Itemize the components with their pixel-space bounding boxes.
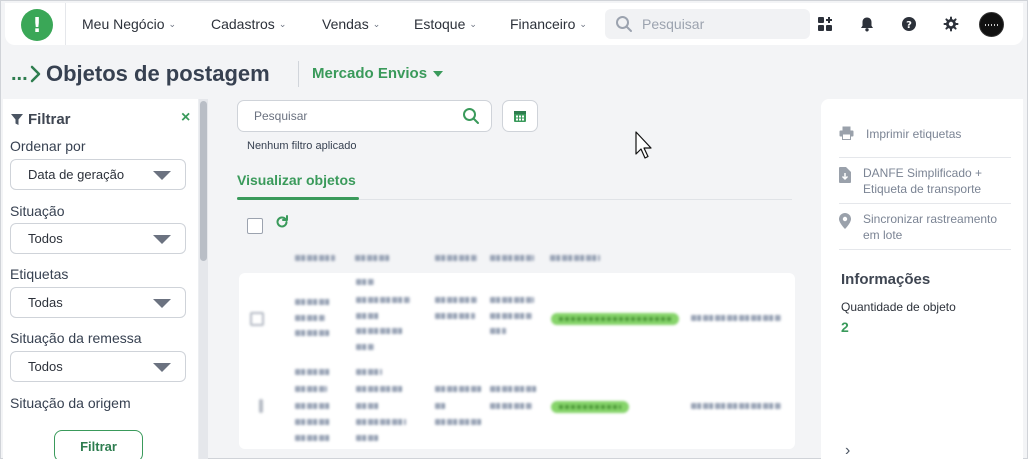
select-all-checkbox[interactable] xyxy=(247,218,263,234)
divider xyxy=(839,249,1011,250)
filter-label-ordenar: Ordenar por xyxy=(10,138,86,154)
dropdown-arrow-icon xyxy=(153,235,171,244)
row-checkbox[interactable] xyxy=(250,312,264,326)
status-select[interactable]: Todos xyxy=(10,223,186,254)
global-search[interactable] xyxy=(605,9,810,39)
page-title: Objetos de postagem xyxy=(46,61,270,86)
dropdown-arrow-icon xyxy=(153,363,171,372)
divider xyxy=(839,157,1011,158)
nav-item-label: Financeiro xyxy=(510,16,576,32)
file-download-icon xyxy=(839,167,851,183)
breadcrumb-ellipsis[interactable]: ... xyxy=(11,63,28,86)
objects-search-input[interactable] xyxy=(254,109,454,123)
search-icon[interactable] xyxy=(462,107,480,125)
objects-table xyxy=(239,273,795,449)
scrollbar-thumb[interactable] xyxy=(200,101,207,261)
danfe-label-action[interactable]: DANFE Simplificado + Etiqueta de transpo… xyxy=(839,165,1009,197)
nav-item-label: Cadastros xyxy=(211,16,275,32)
shipment-status-select[interactable]: Todos xyxy=(10,351,186,382)
nav-item-label: Estoque xyxy=(414,16,466,32)
chevron-down-icon: ⌄ xyxy=(469,18,477,29)
nav-item-vendas[interactable]: Vendas ⌄ xyxy=(322,16,380,32)
help-icon[interactable]: ? xyxy=(900,15,918,33)
chevron-down-icon: ⌄ xyxy=(168,18,177,29)
chevron-down-icon: ⌄ xyxy=(278,18,287,29)
select-value: Todos xyxy=(28,231,63,246)
objects-search[interactable] xyxy=(237,100,492,132)
quantity-value: 2 xyxy=(841,319,849,335)
app-logo[interactable]: ! xyxy=(21,9,53,41)
action-label: DANFE Simplificado + Etiqueta de transpo… xyxy=(863,166,983,196)
quantity-label: Quantidade de objeto xyxy=(841,300,956,314)
filter-header: Filtrar xyxy=(11,111,71,128)
chevron-down-icon: ⌄ xyxy=(579,18,587,29)
bell-icon[interactable] xyxy=(858,15,876,33)
refresh-icon[interactable] xyxy=(275,215,289,229)
select-value: Todos xyxy=(28,359,63,374)
labels-select[interactable]: Todas xyxy=(10,287,186,318)
nav-item-meu-negocio[interactable]: Meu Negócio ⌄ xyxy=(82,16,176,32)
tab-active-indicator xyxy=(237,197,359,200)
printer-icon xyxy=(839,126,854,140)
caret-down-icon xyxy=(433,70,444,77)
top-navigation-bar: ! Meu Negócio ⌄ Cadastros ⌄ Vendas ⌄ Est… xyxy=(5,3,1023,45)
apply-filter-button[interactable]: Filtrar xyxy=(54,430,143,459)
order-by-select[interactable]: Data de geração xyxy=(10,159,186,190)
divider xyxy=(839,203,1011,204)
print-labels-action[interactable]: Imprimir etiquetas xyxy=(839,126,961,142)
select-value: Data de geração xyxy=(28,167,125,182)
nav-item-label: Meu Negócio xyxy=(82,16,165,32)
channel-label: Mercado Envios xyxy=(312,65,428,82)
nav-divider xyxy=(65,3,66,45)
info-title: Informações xyxy=(841,271,931,288)
chevron-down-icon: ⌄ xyxy=(372,18,381,29)
filter-label-situacao: Situação xyxy=(10,203,65,219)
nav-item-estoque[interactable]: Estoque ⌄ xyxy=(414,16,477,32)
filter-label-origem: Situação da origem xyxy=(10,395,131,411)
nav-item-label: Vendas xyxy=(322,16,369,32)
no-filter-text: Nenhum filtro aplicado xyxy=(247,140,357,152)
map-pin-icon xyxy=(839,213,851,229)
filter-title: Filtrar xyxy=(28,111,71,128)
chevron-right-icon[interactable]: › xyxy=(845,442,850,459)
filter-panel: Filtrar × Ordenar por Data de geração Si… xyxy=(3,99,199,459)
search-icon xyxy=(616,16,632,32)
mouse-cursor-icon xyxy=(635,131,652,159)
action-label: Imprimir etiquetas xyxy=(866,127,962,141)
nav-item-cadastros[interactable]: Cadastros ⌄ xyxy=(211,16,286,32)
chevron-right-icon xyxy=(30,65,41,83)
gear-icon[interactable] xyxy=(942,15,960,33)
dropdown-arrow-icon xyxy=(153,299,171,308)
title-divider xyxy=(298,61,299,87)
row-checkbox[interactable] xyxy=(259,399,263,413)
filter-label-etiquetas: Etiquetas xyxy=(10,266,69,282)
apps-grid-icon[interactable] xyxy=(816,15,834,33)
sync-tracking-action[interactable]: Sincronizar rastreamento em lote xyxy=(839,211,1009,243)
close-icon[interactable]: × xyxy=(181,109,190,127)
nav-item-financeiro[interactable]: Financeiro ⌄ xyxy=(510,16,587,32)
avatar[interactable] xyxy=(979,12,1004,37)
svg-text:?: ? xyxy=(906,20,912,31)
action-label: Sincronizar rastreamento em lote xyxy=(863,212,998,242)
tab-visualizar-objetos[interactable]: Visualizar objetos xyxy=(237,172,356,188)
dropdown-arrow-icon xyxy=(153,171,171,180)
global-search-input[interactable] xyxy=(642,16,792,32)
filter-label-remessa: Situação da remessa xyxy=(10,330,142,346)
calendar-icon xyxy=(514,111,526,122)
actions-panel: Imprimir etiquetas DANFE Simplificado + … xyxy=(821,99,1023,459)
filter-scrollbar[interactable] xyxy=(199,99,208,459)
date-filter-button[interactable] xyxy=(502,100,538,132)
channel-selector[interactable]: Mercado Envios xyxy=(312,65,444,82)
funnel-icon xyxy=(11,113,23,125)
select-value: Todas xyxy=(28,295,63,310)
